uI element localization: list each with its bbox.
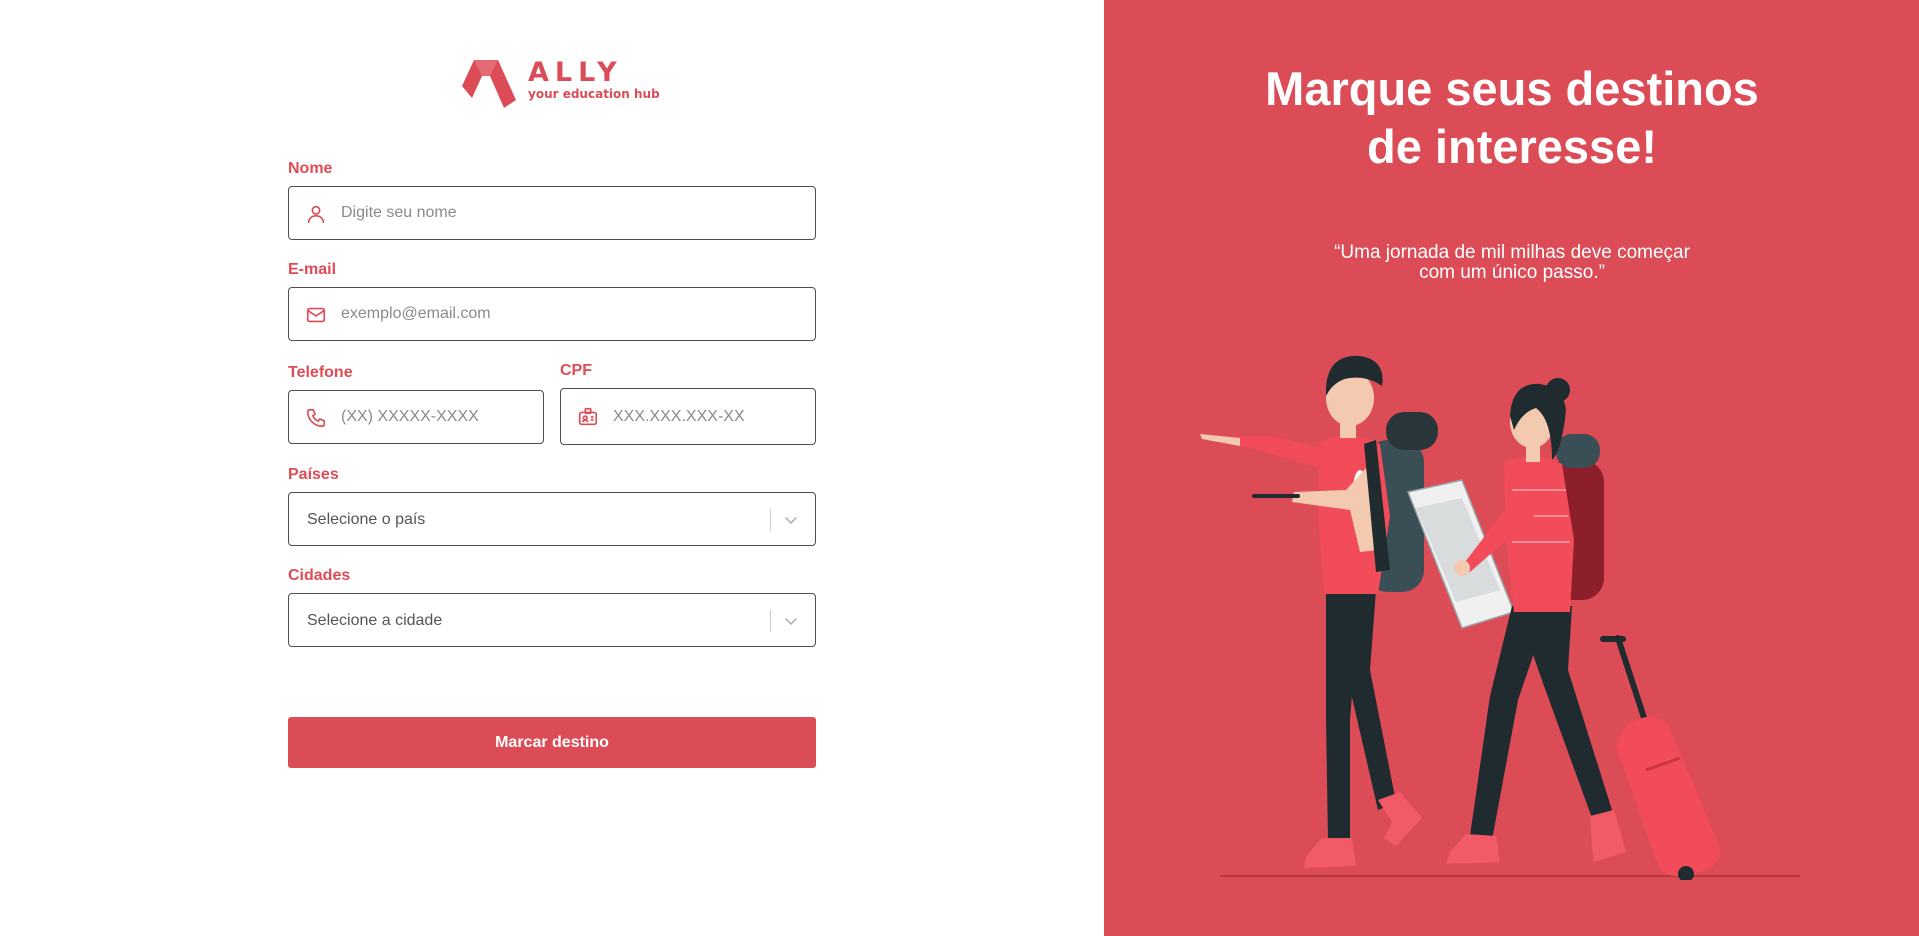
phone-icon bbox=[306, 408, 326, 428]
form-panel bbox=[0, 0, 1104, 936]
email-field[interactable] bbox=[288, 287, 816, 341]
ally-logo: ALLY your education hub bbox=[460, 56, 660, 112]
brand-name: ALLY bbox=[528, 57, 623, 88]
email-input[interactable] bbox=[341, 288, 805, 340]
panel-quote: “Uma jornada de mil milhas deve começar … bbox=[1250, 243, 1774, 283]
mail-icon bbox=[306, 307, 326, 323]
id-badge-icon bbox=[578, 407, 598, 426]
phone-label: Telefone bbox=[288, 364, 353, 381]
submit-button[interactable]: Marcar destino bbox=[288, 717, 816, 768]
cities-selected-value: Selecione a cidade bbox=[307, 612, 443, 629]
chevron-down-icon[interactable] bbox=[781, 611, 801, 631]
ally-logo-mark-icon bbox=[462, 60, 516, 108]
quote-line-1: “Uma jornada de mil milhas deve começar bbox=[1334, 242, 1690, 263]
countries-select[interactable]: Selecione o país bbox=[288, 492, 816, 546]
user-icon bbox=[307, 205, 325, 224]
email-label: E-mail bbox=[288, 261, 337, 278]
cities-select[interactable]: Selecione a cidade bbox=[288, 593, 816, 647]
phone-input[interactable] bbox=[341, 391, 533, 443]
brand-tagline: your education hub bbox=[528, 87, 660, 101]
phone-field[interactable] bbox=[288, 390, 544, 444]
name-field[interactable] bbox=[288, 186, 816, 240]
chevron-down-icon[interactable] bbox=[781, 510, 801, 530]
select-separator bbox=[770, 610, 771, 632]
name-label: Nome bbox=[288, 160, 333, 177]
cpf-label: CPF bbox=[560, 362, 592, 379]
cities-label: Cidades bbox=[288, 567, 351, 584]
man-figure bbox=[1200, 355, 1438, 868]
name-input[interactable] bbox=[341, 187, 805, 239]
quote-line-2: com um único passo.” bbox=[1419, 262, 1605, 283]
select-separator bbox=[770, 509, 771, 531]
panel-headline: Marque seus destinos de interesse! bbox=[1180, 60, 1844, 176]
woman-figure bbox=[1446, 378, 1721, 880]
travelers-illustration bbox=[1200, 355, 1800, 880]
headline-line-2: de interesse! bbox=[1367, 120, 1657, 173]
countries-label: Países bbox=[288, 466, 339, 483]
countries-selected-value: Selecione o país bbox=[307, 511, 426, 528]
cpf-input[interactable] bbox=[613, 389, 805, 444]
headline-line-1: Marque seus destinos bbox=[1265, 62, 1759, 115]
cpf-field[interactable] bbox=[560, 388, 816, 445]
